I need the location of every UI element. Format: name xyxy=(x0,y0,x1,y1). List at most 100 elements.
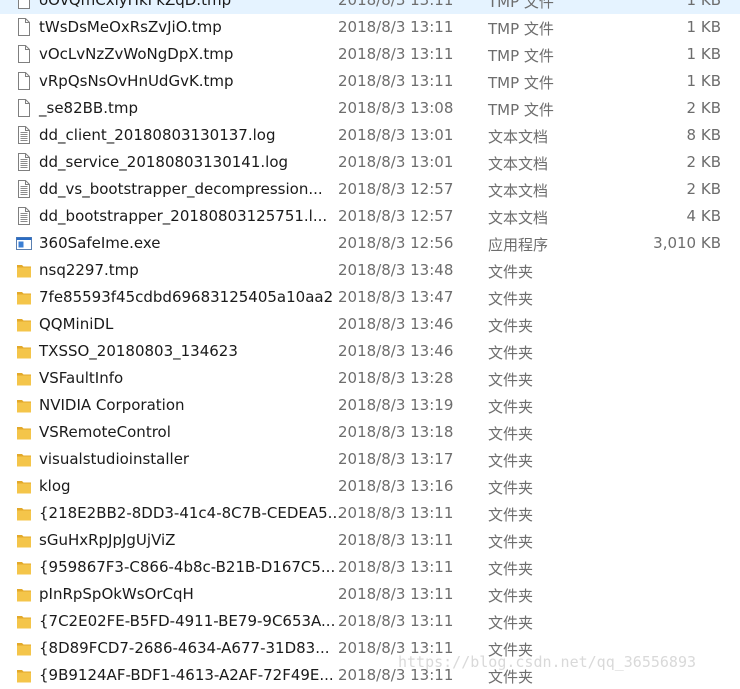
blank-file-icon xyxy=(16,0,32,9)
file-type: 文件夹 xyxy=(488,344,534,362)
folder-row[interactable]: sGuHxRpJpJgUjViZ 2018/8/3 13:11 文件夹 xyxy=(0,527,740,554)
file-row[interactable]: oOvQmCxlyHkFkZqD.tmp 2018/8/3 13:11 TMP 文件… xyxy=(0,0,740,14)
date-modified: 2018/8/3 13:46 xyxy=(338,315,454,333)
date-modified: 2018/8/3 13:11 xyxy=(338,612,454,630)
file-type: 文件夹 xyxy=(488,263,534,281)
file-name: oOvQmCxlyHkFkZqD.tmp xyxy=(39,0,232,9)
date-modified: 2018/8/3 13:48 xyxy=(338,261,454,279)
file-size: 1 KB xyxy=(686,18,721,36)
folder-row[interactable]: visualstudioinstaller 2018/8/3 13:17 文件夹 xyxy=(0,446,740,473)
folder-icon xyxy=(16,450,32,468)
file-type: 文本文档 xyxy=(488,155,549,173)
file-name: QQMiniDL xyxy=(39,315,114,333)
file-type: 文件夹 xyxy=(488,371,534,389)
date-modified: 2018/8/3 13:47 xyxy=(338,288,454,306)
file-name: sGuHxRpJpJgUjViZ xyxy=(39,531,176,549)
folder-row[interactable]: {218E2BB2-8DD3-41c4-8C7B-CEDEA5... 2018/8… xyxy=(0,500,740,527)
date-modified: 2018/8/3 13:11 xyxy=(338,585,454,603)
file-name: vOcLvNzZvWoNgDpX.tmp xyxy=(39,45,234,63)
file-type: 文件夹 xyxy=(488,506,534,524)
folder-row[interactable]: {7C2E02FE-B5FD-4911-BE79-9C653A... 2018/8… xyxy=(0,608,740,635)
file-row[interactable]: 360SafeIme.exe 2018/8/3 12:56 应用程序 3,010 KB xyxy=(0,230,740,257)
file-name: nsq2297.tmp xyxy=(39,261,139,279)
file-type: 文本文档 xyxy=(488,128,549,146)
folder-icon xyxy=(16,558,32,576)
date-modified: 2018/8/3 13:11 xyxy=(338,531,454,549)
folder-row[interactable]: nsq2297.tmp 2018/8/3 13:48 文件夹 xyxy=(0,257,740,284)
folder-row[interactable]: NVIDIA Corporation 2018/8/3 13:19 文件夹 xyxy=(0,392,740,419)
file-type: 文件夹 xyxy=(488,317,534,335)
date-modified: 2018/8/3 13:11 xyxy=(338,72,454,90)
folder-row[interactable]: QQMiniDL 2018/8/3 13:46 文件夹 xyxy=(0,311,740,338)
folder-icon xyxy=(16,477,32,495)
file-name: 7fe85593f45cdbd69683125405a10aa2 xyxy=(39,288,334,306)
file-row[interactable]: tWsDsMeOxRsZvJiO.tmp 2018/8/3 13:11 TMP 文件… xyxy=(0,14,740,41)
folder-row[interactable]: {959867F3-C866-4b8c-B21B-D167C5... 2018/8… xyxy=(0,554,740,581)
file-name: dd_client_20180803130137.log xyxy=(39,126,276,144)
file-type: 文件夹 xyxy=(488,560,534,578)
blank-file-icon xyxy=(16,99,32,117)
file-type: 文件夹 xyxy=(488,398,534,416)
file-type: 文件夹 xyxy=(488,533,534,551)
folder-row[interactable]: 7fe85593f45cdbd69683125405a10aa2 2018/8/3… xyxy=(0,284,740,311)
folder-row[interactable]: VSRemoteControl 2018/8/3 13:18 文件夹 xyxy=(0,419,740,446)
file-name: dd_bootstrapper_20180803125751.l... xyxy=(39,207,328,225)
file-name: pInRpSpOkWsOrCqH xyxy=(39,585,194,603)
file-name: klog xyxy=(39,477,71,495)
file-type: 文件夹 xyxy=(488,425,534,443)
text-file-icon xyxy=(16,180,32,198)
file-row[interactable]: dd_service_20180803130141.log 2018/8/3 13… xyxy=(0,149,740,176)
file-name: dd_service_20180803130141.log xyxy=(39,153,289,171)
folder-icon xyxy=(16,666,32,684)
file-name: _se82BB.tmp xyxy=(39,99,138,117)
file-type: 应用程序 xyxy=(488,236,549,254)
date-modified: 2018/8/3 13:01 xyxy=(338,126,454,144)
file-type: TMP 文件 xyxy=(488,20,554,38)
file-type: 文件夹 xyxy=(488,587,534,605)
folder-icon xyxy=(16,288,32,306)
file-size: 2 KB xyxy=(686,153,721,171)
date-modified: 2018/8/3 13:11 xyxy=(338,18,454,36)
file-type: 文件夹 xyxy=(488,290,534,308)
folder-row[interactable]: klog 2018/8/3 13:16 文件夹 xyxy=(0,473,740,500)
file-name: {9B9124AF-BDF1-4613-A2AF-72F49E... xyxy=(39,666,334,684)
folder-icon xyxy=(16,369,32,387)
folder-icon xyxy=(16,612,32,630)
blank-file-icon xyxy=(16,18,32,36)
date-modified: 2018/8/3 12:56 xyxy=(338,234,454,252)
folder-icon xyxy=(16,261,32,279)
file-name: VSFaultInfo xyxy=(39,369,124,387)
file-name: {959867F3-C866-4b8c-B21B-D167C5... xyxy=(39,558,336,576)
file-type: TMP 文件 xyxy=(488,101,554,119)
file-name: {8D89FCD7-2686-4634-A677-31D83... xyxy=(39,639,330,657)
date-modified: 2018/8/3 13:16 xyxy=(338,477,454,495)
file-row[interactable]: dd_bootstrapper_20180803125751.l... 2018/… xyxy=(0,203,740,230)
file-row[interactable]: vRpQsNsOvHnUdGvK.tmp 2018/8/3 13:11 TMP 文件… xyxy=(0,68,740,95)
date-modified: 2018/8/3 13:11 xyxy=(338,504,454,522)
file-row[interactable]: dd_vs_bootstrapper_decompression... 2018/… xyxy=(0,176,740,203)
date-modified: 2018/8/3 13:17 xyxy=(338,450,454,468)
file-type: TMP 文件 xyxy=(488,47,554,65)
folder-row[interactable]: TXSSO_20180803_134623 2018/8/3 13:46 文件夹 xyxy=(0,338,740,365)
file-type: 文件夹 xyxy=(488,479,534,497)
folder-row[interactable]: VSFaultInfo 2018/8/3 13:28 文件夹 xyxy=(0,365,740,392)
folder-icon xyxy=(16,315,32,333)
date-modified: 2018/8/3 13:28 xyxy=(338,369,454,387)
watermark: https://blog.csdn.net/qq_36556893 xyxy=(398,653,697,671)
file-type: 文本文档 xyxy=(488,182,549,200)
text-file-icon xyxy=(16,207,32,225)
date-modified: 2018/8/3 13:19 xyxy=(338,396,454,414)
file-row[interactable]: dd_client_20180803130137.log 2018/8/3 13:… xyxy=(0,122,740,149)
file-size: 2 KB xyxy=(686,180,721,198)
file-row[interactable]: _se82BB.tmp 2018/8/3 13:08 TMP 文件 2 KB xyxy=(0,95,740,122)
application-icon xyxy=(16,234,32,252)
file-row[interactable]: vOcLvNzZvWoNgDpX.tmp 2018/8/3 13:11 TMP 文件… xyxy=(0,41,740,68)
date-modified: 2018/8/3 13:46 xyxy=(338,342,454,360)
folder-icon xyxy=(16,342,32,360)
file-type: 文件夹 xyxy=(488,452,534,470)
folder-icon xyxy=(16,531,32,549)
date-modified: 2018/8/3 13:11 xyxy=(338,0,454,9)
date-modified: 2018/8/3 13:08 xyxy=(338,99,454,117)
folder-row[interactable]: pInRpSpOkWsOrCqH 2018/8/3 13:11 文件夹 xyxy=(0,581,740,608)
file-name: dd_vs_bootstrapper_decompression... xyxy=(39,180,323,198)
